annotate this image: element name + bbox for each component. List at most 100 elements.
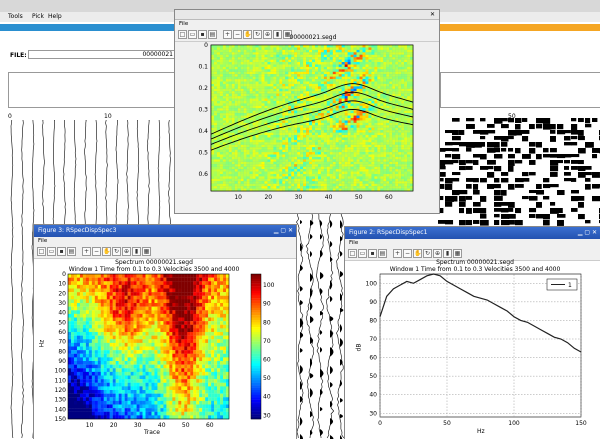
zoom-in-icon[interactable]: + bbox=[82, 247, 91, 256]
trace-lobe bbox=[310, 388, 313, 398]
seismic-cell bbox=[356, 169, 360, 172]
seismic-cell bbox=[404, 103, 408, 106]
seismic-cell bbox=[297, 147, 301, 150]
figure-3-menu-file[interactable]: File bbox=[38, 238, 47, 244]
seismic-cell bbox=[282, 164, 286, 167]
seismic-cell bbox=[401, 135, 405, 138]
menu-tools[interactable]: Tools bbox=[8, 12, 23, 22]
seismic-cell bbox=[261, 183, 265, 187]
new-figure-icon[interactable]: □ bbox=[178, 30, 187, 39]
seismic-cell bbox=[332, 83, 336, 87]
heatmap-cell bbox=[166, 281, 170, 286]
file-field[interactable]: 00000021 bbox=[28, 50, 176, 59]
seismic-cell bbox=[258, 69, 262, 72]
seismic-cell bbox=[389, 130, 393, 133]
heatmap-cell bbox=[118, 284, 122, 289]
heatmap-cell bbox=[70, 303, 75, 307]
seismic-cell bbox=[249, 47, 253, 50]
seismic-cell bbox=[240, 98, 244, 102]
seismic-cell bbox=[392, 161, 396, 165]
seismic-cell bbox=[332, 115, 336, 119]
seismic-cell bbox=[213, 178, 218, 182]
rotate-icon[interactable]: ↻ bbox=[112, 247, 121, 256]
seismic-cell bbox=[332, 152, 336, 155]
seismic-cell bbox=[338, 132, 342, 136]
data-cursor-icon[interactable]: ⊕ bbox=[122, 247, 131, 256]
seismic-cell bbox=[335, 64, 339, 67]
trace-block bbox=[515, 220, 523, 226]
seismic-cell bbox=[410, 118, 414, 121]
seismic-cell bbox=[264, 142, 268, 145]
seismic-cell bbox=[335, 59, 339, 63]
trace-block bbox=[494, 196, 503, 201]
seismic-cell bbox=[362, 98, 366, 102]
seismic-cell bbox=[288, 74, 292, 77]
seismic-cell bbox=[335, 161, 339, 165]
heatmap-cell bbox=[130, 281, 134, 286]
seismic-cell bbox=[261, 186, 265, 189]
seismic-cell bbox=[401, 181, 405, 184]
menu-pick[interactable]: Pick bbox=[32, 12, 44, 22]
seismic-cell bbox=[341, 166, 345, 170]
seismic-cell bbox=[231, 137, 235, 140]
colorbar-icon[interactable]: ▮ bbox=[132, 247, 141, 256]
seismic-cell bbox=[344, 130, 348, 133]
seismic-cell bbox=[374, 54, 378, 58]
seismic-cell bbox=[234, 103, 238, 106]
seismic-cell bbox=[225, 186, 229, 189]
seismic-cell bbox=[261, 96, 265, 99]
seismic-cell bbox=[386, 62, 390, 65]
figure-1-close-icon[interactable]: ✕ bbox=[430, 10, 435, 20]
seismic-cell bbox=[288, 96, 292, 99]
seismic-cell bbox=[288, 118, 292, 121]
seismic-cell bbox=[231, 76, 235, 80]
seismic-cell bbox=[309, 183, 313, 187]
seismic-cell bbox=[314, 91, 319, 94]
seismic-cell bbox=[243, 149, 247, 153]
menu-help[interactable]: Help bbox=[48, 12, 62, 22]
seismic-cell bbox=[350, 62, 354, 65]
seismic-cell bbox=[365, 127, 369, 131]
seismic-cell bbox=[389, 66, 393, 70]
print-icon[interactable]: ▤ bbox=[67, 247, 76, 256]
heatmap-cell bbox=[163, 292, 167, 296]
seismic-cell bbox=[285, 49, 289, 53]
seismic-cell bbox=[314, 161, 319, 165]
seismic-cell bbox=[356, 159, 360, 162]
seismic-cell bbox=[282, 127, 286, 131]
heatmap-cell bbox=[148, 303, 152, 307]
seismic-cell bbox=[312, 147, 316, 150]
seismic-cell bbox=[386, 142, 390, 145]
seismic-cell bbox=[264, 113, 268, 116]
figure-1-xtick-label: 10 bbox=[234, 194, 242, 201]
seismic-cell bbox=[285, 159, 289, 162]
seismic-cell bbox=[323, 96, 327, 99]
seismic-cell bbox=[225, 91, 229, 94]
open-file-icon[interactable]: ▭ bbox=[47, 247, 56, 256]
seismic-cell bbox=[249, 57, 253, 60]
seismic-cell bbox=[291, 103, 295, 106]
figure-1-menu-file[interactable]: File bbox=[179, 21, 188, 27]
trace-block bbox=[501, 202, 509, 206]
save-icon[interactable]: ▪ bbox=[57, 247, 66, 256]
heatmap-cell bbox=[133, 295, 137, 300]
zoom-out-icon[interactable]: − bbox=[92, 247, 101, 256]
seismic-cell bbox=[249, 183, 253, 187]
open-file-icon[interactable]: ▭ bbox=[188, 30, 197, 39]
figure-3-controls[interactable]: ▁ ▢ ✕ bbox=[274, 225, 293, 237]
seismic-cell bbox=[249, 144, 253, 148]
seismic-cell bbox=[377, 166, 381, 170]
seismic-cell bbox=[353, 66, 357, 70]
seismic-cell bbox=[341, 122, 345, 126]
seismic-cell bbox=[320, 130, 324, 133]
seismic-cell bbox=[377, 96, 381, 99]
seismic-cell bbox=[353, 152, 357, 155]
legend-icon[interactable]: ▦ bbox=[142, 247, 151, 256]
new-figure-icon[interactable]: □ bbox=[37, 247, 46, 256]
seismic-cell bbox=[323, 120, 327, 123]
seismic-cell bbox=[359, 156, 363, 160]
save-icon[interactable]: ▪ bbox=[198, 30, 207, 39]
pan-icon[interactable]: ✋ bbox=[102, 247, 111, 256]
seismic-cell bbox=[297, 59, 301, 63]
seismic-cell bbox=[347, 120, 351, 123]
